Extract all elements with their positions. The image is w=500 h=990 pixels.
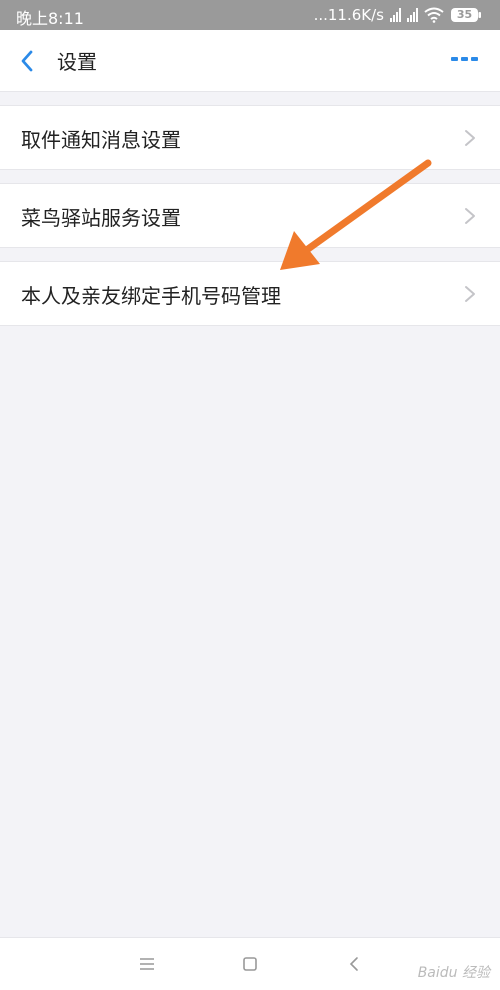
network-speed: ...11.6K/s: [313, 6, 384, 24]
wifi-icon: [424, 7, 444, 23]
chevron-right-icon: [465, 208, 475, 224]
more-icon-dot: [471, 57, 478, 61]
nav-bar: 设置: [0, 30, 500, 92]
menu-icon: [140, 958, 154, 970]
menu-button[interactable]: [135, 952, 159, 976]
home-icon: [243, 957, 257, 971]
settings-list: 取件通知消息设置 菜鸟驿站服务设置 本人及亲友绑定手机号码管理: [0, 92, 500, 326]
status-indicators: ...11.6K/s 35: [314, 4, 482, 26]
system-back-button[interactable]: [342, 952, 366, 976]
status-time: 晚上8:11: [16, 9, 84, 28]
more-icon-dot: [461, 57, 468, 61]
setting-pickup-notification[interactable]: 取件通知消息设置: [0, 105, 500, 170]
setting-label: 菜鸟驿站服务设置: [21, 206, 181, 230]
chevron-right-icon: [465, 286, 475, 302]
setting-station-service[interactable]: 菜鸟驿站服务设置: [0, 183, 500, 248]
chevron-left-icon: [21, 50, 33, 72]
setting-phone-binding[interactable]: 本人及亲友绑定手机号码管理: [0, 261, 500, 326]
signal-icon-2: [407, 8, 418, 22]
signal-icon: [390, 8, 401, 22]
home-button[interactable]: [238, 952, 262, 976]
back-button[interactable]: [12, 46, 42, 76]
battery-level: 35: [456, 8, 473, 21]
watermark: Baidu 经验: [417, 965, 490, 981]
chevron-left-icon: [349, 957, 358, 971]
more-icon-dot: [451, 57, 458, 61]
setting-label: 取件通知消息设置: [21, 128, 181, 152]
system-nav-bar: Baidu 经验: [0, 937, 500, 990]
status-bar: 晚上8:11 ...11.6K/s 35: [0, 0, 500, 30]
chevron-right-icon: [465, 130, 475, 146]
battery-icon: 35: [450, 7, 482, 23]
setting-label: 本人及亲友绑定手机号码管理: [21, 284, 281, 308]
page-title: 设置: [57, 50, 97, 74]
more-button[interactable]: [451, 57, 478, 61]
